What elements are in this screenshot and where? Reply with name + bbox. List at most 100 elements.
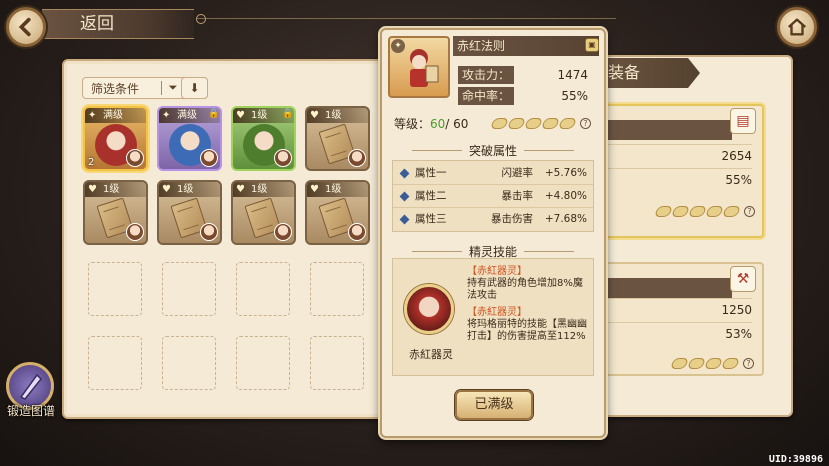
hit-label: 命中率： <box>458 87 514 105</box>
stat-value: 53% <box>602 322 752 344</box>
help-icon[interactable]: ? <box>744 206 755 217</box>
equipment-title: 装备 <box>600 58 700 88</box>
empty-slot <box>88 262 142 316</box>
star-pip <box>506 118 527 129</box>
star-pip <box>721 206 742 217</box>
empty-slot <box>162 262 216 316</box>
item-portrait: ✦ <box>388 36 450 98</box>
heart-icon: ♥ <box>88 184 97 195</box>
star-pip <box>704 206 725 217</box>
character-art <box>410 49 439 87</box>
arrow-left-icon <box>18 17 31 37</box>
heart-icon: ♥ <box>310 184 319 195</box>
attribute-type: 暴击率 <box>501 190 534 202</box>
help-icon[interactable]: ? <box>743 358 754 369</box>
spirit-header: 精灵技能 <box>392 243 594 259</box>
inventory-item[interactable]: 1级 ♥ <box>305 180 370 245</box>
attribute-name: 属性二 <box>415 190 447 202</box>
star-pip <box>720 358 741 369</box>
inventory-item[interactable]: 满级 ✦ 🔒 <box>157 106 222 171</box>
equipment-card-weapon[interactable]: ▤ 2654 55% ? <box>600 104 764 238</box>
stat-value: 1250 <box>602 298 752 320</box>
skill-text: 持有武器的角色增加8%魔法攻击 <box>467 278 583 301</box>
diamond-icon <box>399 214 410 225</box>
attribute-type: 暴击伤害 <box>491 213 533 225</box>
attribute-row: 属性二 暴击率 +4.80% <box>393 185 593 208</box>
inventory-item[interactable]: 满级 ✦ 2 <box>83 106 148 171</box>
heart-icon: ♥ <box>236 110 245 121</box>
inventory-item[interactable]: 1级 ♥ <box>83 180 148 245</box>
level-max: / 60 <box>445 117 469 131</box>
home-button[interactable] <box>777 7 817 47</box>
attribute-name: 属性一 <box>415 167 447 179</box>
star-pip <box>489 118 510 129</box>
attribute-row: 属性一 闪避率 +5.76% <box>393 162 593 185</box>
axe-icon: ⚒ <box>730 266 756 292</box>
stat-value: 2654 <box>602 144 752 166</box>
star-pip <box>653 206 674 217</box>
character-avatar <box>126 223 144 241</box>
character-avatar <box>274 149 292 167</box>
forge-recipe-label[interactable]: 锻造图谱 <box>0 402 62 419</box>
inventory-item[interactable]: 1级 ♥ <box>305 106 370 171</box>
lock-icon[interactable]: ▣ <box>585 38 599 52</box>
breakthrough-header: 突破属性 <box>392 142 594 158</box>
hit-value: 55% <box>561 89 588 103</box>
star-rating: ? <box>489 118 591 129</box>
spirit-name: 赤紅器灵 <box>409 348 453 361</box>
character-avatar <box>348 149 366 167</box>
heart-icon: ♥ <box>162 184 171 195</box>
attribute-list: 属性一 闪避率 +5.76% 属性二 暴击率 +4.80% 属性三 暴击伤害 +… <box>392 160 594 232</box>
inventory-item[interactable]: 1级 ♥ <box>231 180 296 245</box>
help-icon[interactable]: ? <box>580 118 591 129</box>
character-avatar <box>348 223 366 241</box>
attribute-row: 属性三 暴击伤害 +7.68% <box>393 208 593 231</box>
equipment-card-axe[interactable]: ⚒ 1250 53% ? <box>600 262 764 376</box>
star-rating: ? <box>669 358 754 369</box>
divider <box>524 150 574 151</box>
diamond-icon <box>399 168 410 179</box>
lock-icon: 🔒 <box>282 109 294 119</box>
level-current: 60 <box>430 117 446 131</box>
divider <box>412 251 462 252</box>
maxed-button[interactable]: 已满级 <box>455 390 533 420</box>
attack-value: 1474 <box>557 68 588 82</box>
star-pip <box>670 206 691 217</box>
attribute-name: 属性三 <box>415 213 447 225</box>
card-header <box>602 120 732 140</box>
filter-label: 筛选条件 <box>91 81 140 96</box>
heart-icon: ♥ <box>310 110 319 121</box>
level-label: 等级： <box>394 117 431 131</box>
star-icon: ✦ <box>162 110 171 121</box>
card-header <box>602 278 732 298</box>
lock-icon: 🔒 <box>208 109 220 119</box>
home-icon <box>787 18 807 36</box>
title-divider <box>196 14 616 28</box>
inventory-item[interactable]: 1级 ♥ 🔒 <box>231 106 296 171</box>
stat-value: 55% <box>602 168 752 190</box>
item-count: 2 <box>88 157 95 168</box>
divider <box>524 251 574 252</box>
arrow-down-icon: ⬇ <box>189 81 200 95</box>
attribute-value: +4.80% <box>544 190 587 202</box>
empty-slot <box>236 262 290 316</box>
character-avatar <box>200 149 218 167</box>
hit-stat: 命中率： 55% <box>458 87 592 105</box>
star-pip <box>669 358 690 369</box>
spirit-portrait <box>404 284 454 334</box>
page-title: 返回 <box>42 9 194 39</box>
star-pip <box>540 118 561 129</box>
back-button[interactable] <box>6 7 46 47</box>
empty-slot <box>88 336 142 390</box>
inventory-item[interactable]: 1级 ♥ <box>157 180 222 245</box>
skill-description: 【赤紅器灵】 持有武器的角色增加8%魔法攻击 <box>467 266 591 302</box>
skill-tag: 【赤紅器灵】 <box>467 266 527 277</box>
star-icon: ✦ <box>88 110 97 121</box>
skill-tag: 【赤紅器灵】 <box>467 307 527 318</box>
star-pip <box>703 358 724 369</box>
star-pip <box>687 206 708 217</box>
sort-button[interactable]: ⬇ <box>181 77 208 99</box>
empty-slot <box>310 336 364 390</box>
divider <box>412 150 462 151</box>
attribute-value: +5.76% <box>544 167 587 179</box>
